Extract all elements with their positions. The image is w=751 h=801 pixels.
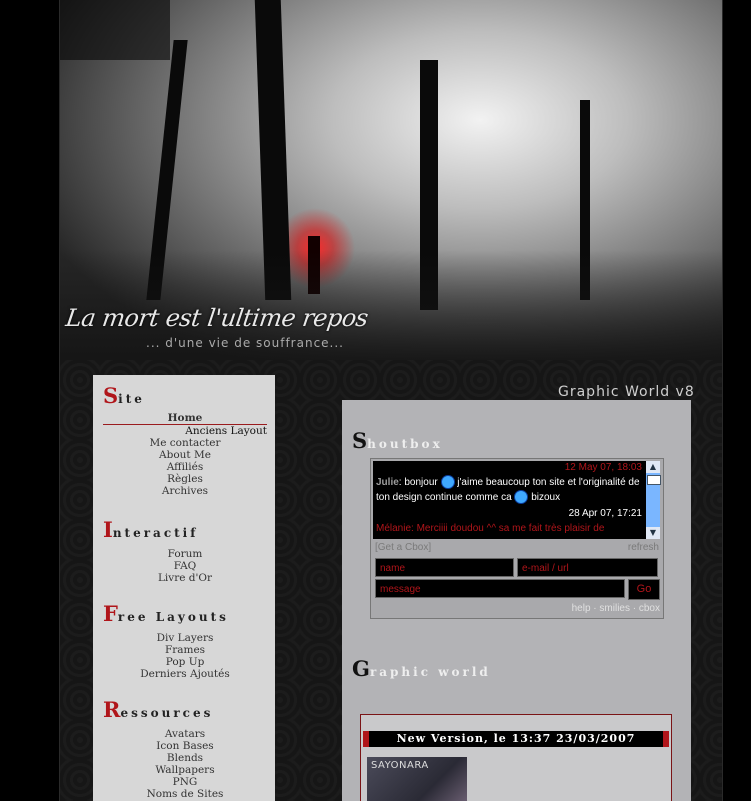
sidebar-item-blends[interactable]: Blends [103,752,267,764]
go-button[interactable]: Go [628,579,660,600]
sidebar-item-avatars[interactable]: Avatars [103,728,267,740]
sidebar-item-derniers-ajoutes[interactable]: Derniers Ajoutés [103,668,267,680]
section-heading: Ressources [103,697,214,722]
sidebar-item-frames[interactable]: Frames [103,644,267,656]
scroll-thumb[interactable] [647,475,661,485]
smiley-icon [440,475,455,490]
sidebar-item-forum[interactable]: Forum [103,548,267,560]
cbox-links: [Get a Cbox] refresh [375,542,659,553]
scroll-up-icon[interactable]: ▲ [646,461,660,473]
banner-subtitle: ... d'une vie de souffrance... [146,336,344,350]
message-input[interactable]: message [375,579,625,598]
sidebar-item-livre-dor[interactable]: Livre d'Or [103,572,267,584]
preview-label: SAYONARA [371,760,429,771]
message-date: 12 May 07, 18:03 [564,462,642,473]
sidebar-item-archives[interactable]: Archives [103,485,267,497]
sidebar-item-about-me[interactable]: About Me [103,449,267,461]
shoutbox-heading: Shoutbox [352,428,443,453]
sidebar-section-interactif: Interactif Forum FAQ Livre d'Or [103,517,267,584]
sidebar-item-icon-bases[interactable]: Icon Bases [103,740,267,752]
news-block: New Version, le 13:37 23/03/2007 SAYONAR… [360,714,672,801]
name-input[interactable]: name [375,558,514,577]
site-version-label: Graphic World v8 [558,384,695,400]
message-author[interactable]: Mélanie [376,523,411,534]
sidebar-item-wallpapers[interactable]: Wallpapers [103,764,267,776]
sidebar-item-pop-up[interactable]: Pop Up [103,656,267,668]
smiley-icon [514,490,529,505]
email-input[interactable]: e-mail / url [517,558,658,577]
scroll-down-icon[interactable]: ▼ [646,527,660,539]
sidebar-item-me-contacter[interactable]: Me contacter [103,437,267,449]
sidebar-item-div-layers[interactable]: Div Layers [103,632,267,644]
graphic-world-heading: Graphic world [352,656,491,681]
main-content: Shoutbox 12 May 07, 18:03 Julie: bonjour… [342,400,691,801]
shoutbox-messages[interactable]: 12 May 07, 18:03 Julie: bonjour j'aime b… [373,461,646,539]
messages-scrollbar[interactable]: ▲ ▼ [646,461,661,539]
banner-title: La mort est l'ultime repos [64,304,370,332]
sidebar-item-regles[interactable]: Règles [103,473,267,485]
section-heading: Interactif [103,517,199,542]
sidebar-item-anciens-layout[interactable]: Anciens Layout [103,425,267,437]
sidebar-item-noms-de-sites[interactable]: Noms de Sites [103,788,267,800]
sidebar-section-site: Site Home Anciens Layout Me contacter Ab… [103,383,267,497]
sidebar-section-ressources: Ressources Avatars Icon Bases Blends Wal… [103,697,267,800]
smilies-link[interactable]: smilies [599,603,630,614]
section-heading: Site [103,383,145,408]
message-item: Mélanie: Merciiii doudou ^^ sa me fait t… [376,523,605,534]
sidebar-item-faq[interactable]: FAQ [103,560,267,572]
get-cbox-link[interactable]: [Get a Cbox] [375,542,431,553]
sidebar-item-png[interactable]: PNG [103,776,267,788]
sidebar-item-affilies[interactable]: Affiliés [103,461,267,473]
section-heading: Free Layouts [103,601,229,626]
help-link[interactable]: help [572,603,591,614]
shoutbox-widget: 12 May 07, 18:03 Julie: bonjour j'aime b… [370,458,664,619]
news-title: New Version, le 13:37 23/03/2007 [363,731,669,747]
sidebar-item-home[interactable]: Home [103,412,267,425]
layout-preview-image[interactable]: SAYONARA [367,757,467,801]
refresh-link[interactable]: refresh [628,542,659,553]
cbox-link[interactable]: cbox [639,603,660,614]
cbox-footer-links: help · smilies · cbox [571,603,660,614]
sidebar-nav: Site Home Anciens Layout Me contacter Ab… [93,375,275,801]
page-frame: La mort est l'ultime repos ... d'une vie… [59,0,723,801]
sidebar-section-free-layouts: Free Layouts Div Layers Frames Pop Up De… [103,601,267,680]
message-item: Julie: bonjour j'aime beaucoup ton site … [376,475,640,505]
message-author[interactable]: Julie [376,477,399,488]
message-date: 28 Apr 07, 17:21 [568,508,642,519]
